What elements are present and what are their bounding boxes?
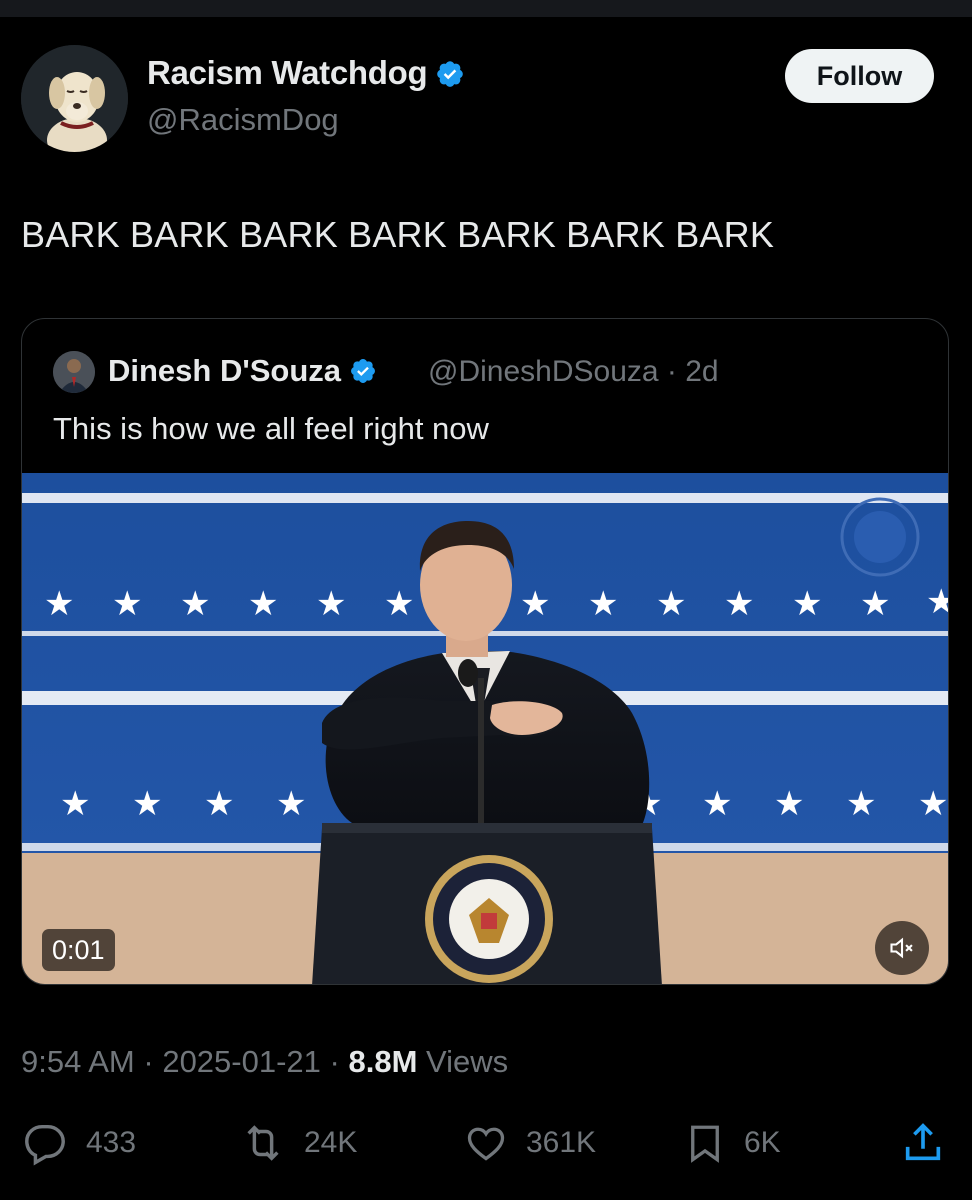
repost-icon [247, 1125, 279, 1161]
svg-text:★: ★ [276, 784, 306, 824]
svg-text:★: ★ [60, 784, 90, 824]
like-button[interactable]: 361K [464, 1118, 596, 1168]
reply-count: 433 [86, 1126, 137, 1159]
svg-text:★: ★ [792, 584, 822, 624]
tweet-meta: 9:54 AM · 2025-01-21 · 8.8M Views [21, 1044, 508, 1080]
video-timestamp: 0:01 [42, 929, 115, 971]
speaker-muted-icon [890, 937, 913, 959]
reply-icon [25, 1124, 65, 1166]
svg-text:★: ★ [656, 584, 686, 624]
svg-text:★: ★ [44, 584, 74, 624]
svg-text:★: ★ [724, 584, 754, 624]
follow-button[interactable]: Follow [785, 49, 934, 103]
verified-badge-icon [435, 59, 465, 97]
verified-badge-icon [349, 357, 377, 393]
svg-text:★: ★ [774, 784, 804, 824]
svg-text:★: ★ [926, 582, 949, 622]
action-bar: 433 24K 361K 6K [0, 1118, 972, 1168]
svg-text:★: ★ [384, 584, 414, 624]
views-count: 8.8M [348, 1044, 418, 1079]
meta-separator: · [329, 1044, 340, 1079]
reply-button[interactable]: 433 [22, 1118, 136, 1168]
svg-text:★: ★ [180, 584, 210, 624]
tweet-text: BARK BARK BARK BARK BARK BARK BARK [21, 214, 775, 255]
share-button[interactable] [900, 1118, 946, 1168]
svg-text:★: ★ [846, 784, 876, 824]
tweet-time[interactable]: 9:54 AM [21, 1044, 135, 1079]
svg-text:★: ★ [204, 784, 234, 824]
quoted-author-name-text: Dinesh D'Souza [108, 353, 342, 388]
author-handle[interactable]: @RacismDog [147, 102, 339, 138]
quoted-tweet-card[interactable]: Dinesh D'Souza @DineshDSouza · 2d This i… [21, 318, 949, 985]
tweet-date[interactable]: 2025-01-21 [162, 1044, 321, 1079]
quoted-author-handle[interactable]: @DineshDSouza · 2d [428, 355, 719, 389]
svg-text:★: ★ [316, 584, 346, 624]
bookmark-button[interactable]: 6K [684, 1118, 781, 1168]
svg-text:★: ★ [520, 584, 550, 624]
bookmark-count: 6K [744, 1126, 781, 1159]
bookmark-icon [691, 1125, 719, 1163]
author-name[interactable]: Racism Watchdog [147, 54, 465, 97]
heart-icon [467, 1127, 505, 1161]
author-avatar[interactable] [21, 45, 128, 152]
mute-button[interactable] [875, 921, 929, 975]
quoted-author-avatar[interactable] [53, 351, 95, 393]
dog-avatar-icon [21, 45, 128, 152]
svg-text:★: ★ [248, 584, 278, 624]
quoted-author-name[interactable]: Dinesh D'Souza [108, 353, 377, 393]
svg-text:★: ★ [702, 784, 732, 824]
svg-text:★: ★ [112, 584, 142, 624]
repost-button[interactable]: 24K [240, 1118, 357, 1168]
repost-count: 24K [304, 1126, 358, 1159]
svg-text:★: ★ [588, 584, 618, 624]
views-label: Views [426, 1044, 509, 1079]
video-player[interactable]: ★★★ ★★★ ★★★ ★★★★ ★★★ ★★ ★★★ ★★ [22, 473, 949, 984]
like-count: 361K [526, 1126, 597, 1159]
svg-text:★: ★ [132, 784, 162, 824]
video-frame: ★★★ ★★★ ★★★ ★★★★ ★★★ ★★ ★★★ ★★ [22, 473, 949, 984]
author-name-text: Racism Watchdog [147, 54, 428, 91]
svg-text:★: ★ [860, 584, 890, 624]
svg-text:★: ★ [918, 784, 948, 824]
share-icon [905, 1123, 941, 1161]
status-bar [0, 0, 972, 17]
quoted-tweet-text: This is how we all feel right now [53, 411, 489, 446]
meta-separator: · [143, 1044, 154, 1079]
person-avatar-icon [53, 351, 95, 393]
